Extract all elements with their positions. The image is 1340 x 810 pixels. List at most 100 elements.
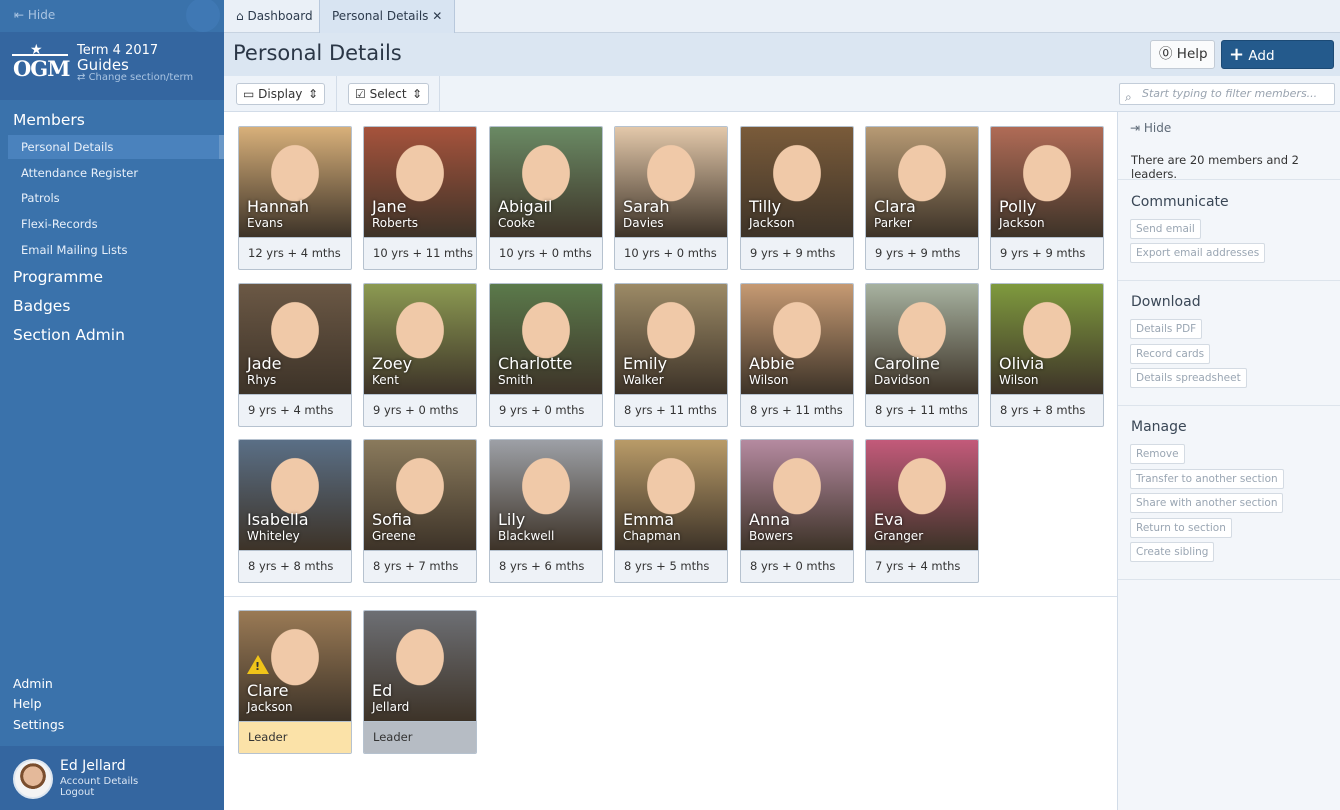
nav-badges[interactable]: Badges bbox=[13, 297, 70, 315]
plus-icon: + bbox=[1229, 44, 1245, 65]
member-last-name: Parker bbox=[874, 216, 912, 230]
transfer-button[interactable]: Transfer to another section bbox=[1130, 469, 1284, 489]
record-cards-button[interactable]: Record cards bbox=[1130, 344, 1211, 364]
member-first-name: Abbie bbox=[749, 354, 795, 373]
member-first-name: Jane bbox=[372, 197, 407, 216]
member-last-name: Walker bbox=[623, 373, 664, 387]
member-last-name: Chapman bbox=[623, 529, 681, 543]
nav-email-mailing-lists[interactable]: Email Mailing Lists bbox=[8, 238, 224, 262]
nav-admin[interactable]: Admin bbox=[13, 676, 53, 691]
export-email-addresses-button[interactable]: Export email addresses bbox=[1130, 243, 1266, 263]
member-last-name: Granger bbox=[874, 529, 924, 543]
member-first-name: Clara bbox=[874, 197, 916, 216]
nav-personal-details[interactable]: Personal Details bbox=[8, 135, 224, 159]
tab-personal-details[interactable]: Personal Details ✕ bbox=[319, 0, 456, 33]
details-spreadsheet-button[interactable]: Details spreadsheet bbox=[1130, 368, 1247, 388]
member-age: 8 yrs + 8 mths bbox=[991, 394, 1103, 426]
member-last-name: Wilson bbox=[999, 373, 1039, 387]
leader-role: Leader bbox=[364, 721, 476, 753]
help-label: Help bbox=[1176, 46, 1208, 62]
nav-help[interactable]: Help bbox=[13, 696, 42, 711]
member-age: 8 yrs + 8 mths bbox=[239, 550, 351, 582]
member-card[interactable]: Tilly Jackson 9 yrs + 9 mths bbox=[740, 126, 854, 270]
member-card[interactable]: Olivia Wilson 8 yrs + 8 mths bbox=[990, 283, 1104, 427]
member-first-name: Eva bbox=[874, 510, 904, 529]
member-card[interactable]: Eva Granger 7 yrs + 4 mths bbox=[865, 439, 979, 583]
member-first-name: Lily bbox=[498, 510, 526, 529]
member-card[interactable]: Emma Chapman 8 yrs + 5 mths bbox=[614, 439, 728, 583]
member-last-name: Smith bbox=[498, 373, 533, 387]
page-title: Personal Details bbox=[233, 41, 402, 65]
leader-card[interactable]: Ed Jellard Leader bbox=[363, 610, 477, 754]
select-dropdown[interactable]: ☑ Select ⇕ bbox=[348, 83, 429, 105]
share-button[interactable]: Share with another section bbox=[1130, 493, 1284, 513]
member-card[interactable]: Hannah Evans 12 yrs + 4 mths bbox=[238, 126, 352, 270]
member-card[interactable]: Jade Rhys 9 yrs + 4 mths bbox=[238, 283, 352, 427]
section-header: ★ OGM Term 4 2017 Guides ⇄ Change sectio… bbox=[0, 32, 224, 100]
create-sibling-button[interactable]: Create sibling bbox=[1130, 542, 1215, 562]
filter-input[interactable]: ⌕ Start typing to filter members... bbox=[1119, 83, 1335, 105]
member-last-name: Jackson bbox=[749, 216, 795, 230]
member-grid: Hannah Evans 12 yrs + 4 mths Jane Roberts 10 … bbox=[224, 112, 1117, 810]
panel-divider bbox=[1118, 179, 1340, 180]
member-card[interactable]: Emily Walker 8 yrs + 11 mths bbox=[614, 283, 728, 427]
sidebar-toggle-circle[interactable] bbox=[186, 0, 220, 32]
change-section-link[interactable]: ⇄ Change section/term bbox=[77, 72, 193, 83]
close-icon[interactable]: ✕ bbox=[432, 9, 442, 23]
member-card[interactable]: Charlotte Smith 9 yrs + 0 mths bbox=[489, 283, 603, 427]
member-card[interactable]: Clara Parker 9 yrs + 9 mths bbox=[865, 126, 979, 270]
send-email-button[interactable]: Send email bbox=[1130, 219, 1201, 239]
nav-programme[interactable]: Programme bbox=[13, 268, 103, 286]
member-age: 12 yrs + 4 mths bbox=[239, 237, 351, 269]
member-age: 9 yrs + 4 mths bbox=[239, 394, 351, 426]
account-details-link[interactable]: Account Details bbox=[60, 776, 138, 787]
nav-members[interactable]: Members bbox=[13, 111, 85, 129]
member-card[interactable]: Abbie Wilson 8 yrs + 11 mths bbox=[740, 283, 854, 427]
communicate-heading: Communicate bbox=[1131, 194, 1229, 210]
member-card[interactable]: Zoey Kent 9 yrs + 0 mths bbox=[363, 283, 477, 427]
member-card[interactable]: Isabella Whiteley 8 yrs + 8 mths bbox=[238, 439, 352, 583]
toolbar: ▭ Display ⇕ ☑ Select ⇕ ⌕ Start typing to … bbox=[224, 76, 1340, 112]
member-last-name: Wilson bbox=[749, 373, 789, 387]
help-button[interactable]: ⓪ Help bbox=[1150, 40, 1215, 69]
member-age: 10 yrs + 0 mths bbox=[490, 237, 602, 269]
member-card[interactable]: Sofia Greene 8 yrs + 7 mths bbox=[363, 439, 477, 583]
logout-link[interactable]: Logout bbox=[60, 787, 94, 798]
panel-divider bbox=[1118, 579, 1340, 580]
display-label: Display bbox=[258, 87, 303, 101]
member-first-name: Tilly bbox=[749, 197, 782, 216]
member-last-name: Jellard bbox=[372, 700, 410, 714]
member-card[interactable]: Caroline Davidson 8 yrs + 11 mths bbox=[865, 283, 979, 427]
tab-dashboard[interactable]: ⌂ Dashboard bbox=[224, 0, 325, 33]
nav-flexi-records[interactable]: Flexi-Records bbox=[8, 212, 224, 236]
member-card[interactable]: Polly Jackson 9 yrs + 9 mths bbox=[990, 126, 1104, 270]
member-last-name: Evans bbox=[247, 216, 283, 230]
member-first-name: Emma bbox=[623, 510, 675, 529]
member-card[interactable]: Sarah Davies 10 yrs + 0 mths bbox=[614, 126, 728, 270]
member-first-name: Isabella bbox=[247, 510, 309, 529]
ogm-logo: ★ OGM bbox=[12, 42, 70, 84]
member-card[interactable]: Lily Blackwell 8 yrs + 6 mths bbox=[489, 439, 603, 583]
nav-attendance-register[interactable]: Attendance Register bbox=[8, 161, 224, 185]
member-first-name: Caroline bbox=[874, 354, 940, 373]
add-member-button[interactable]: + Add Member bbox=[1221, 40, 1334, 91]
leader-card[interactable]: ! Clare Jackson Leader bbox=[238, 610, 352, 754]
return-to-section-button[interactable]: Return to section bbox=[1130, 518, 1232, 538]
nav-settings[interactable]: Settings bbox=[13, 717, 64, 732]
panel-hide-button[interactable]: ⇥ Hide bbox=[1130, 121, 1171, 135]
member-card[interactable]: Abigail Cooke 10 yrs + 0 mths bbox=[489, 126, 603, 270]
member-last-name: Blackwell bbox=[498, 529, 555, 543]
member-card[interactable]: Anna Bowers 8 yrs + 0 mths bbox=[740, 439, 854, 583]
member-age: 8 yrs + 0 mths bbox=[741, 550, 853, 582]
nav-patrols[interactable]: Patrols bbox=[8, 186, 224, 210]
details-pdf-button[interactable]: Details PDF bbox=[1130, 319, 1203, 339]
remove-button[interactable]: Remove bbox=[1130, 444, 1185, 464]
nav-section-admin[interactable]: Section Admin bbox=[13, 326, 125, 344]
updown-icon: ⇕ bbox=[411, 87, 422, 101]
display-dropdown[interactable]: ▭ Display ⇕ bbox=[236, 83, 325, 105]
tab-dashboard-label: Dashboard bbox=[247, 9, 313, 23]
toolbar-divider bbox=[336, 76, 337, 112]
member-last-name: Kent bbox=[372, 373, 399, 387]
member-card[interactable]: Jane Roberts 10 yrs + 11 mths bbox=[363, 126, 477, 270]
sidebar-hide-button[interactable]: ⇤ Hide bbox=[14, 8, 55, 22]
